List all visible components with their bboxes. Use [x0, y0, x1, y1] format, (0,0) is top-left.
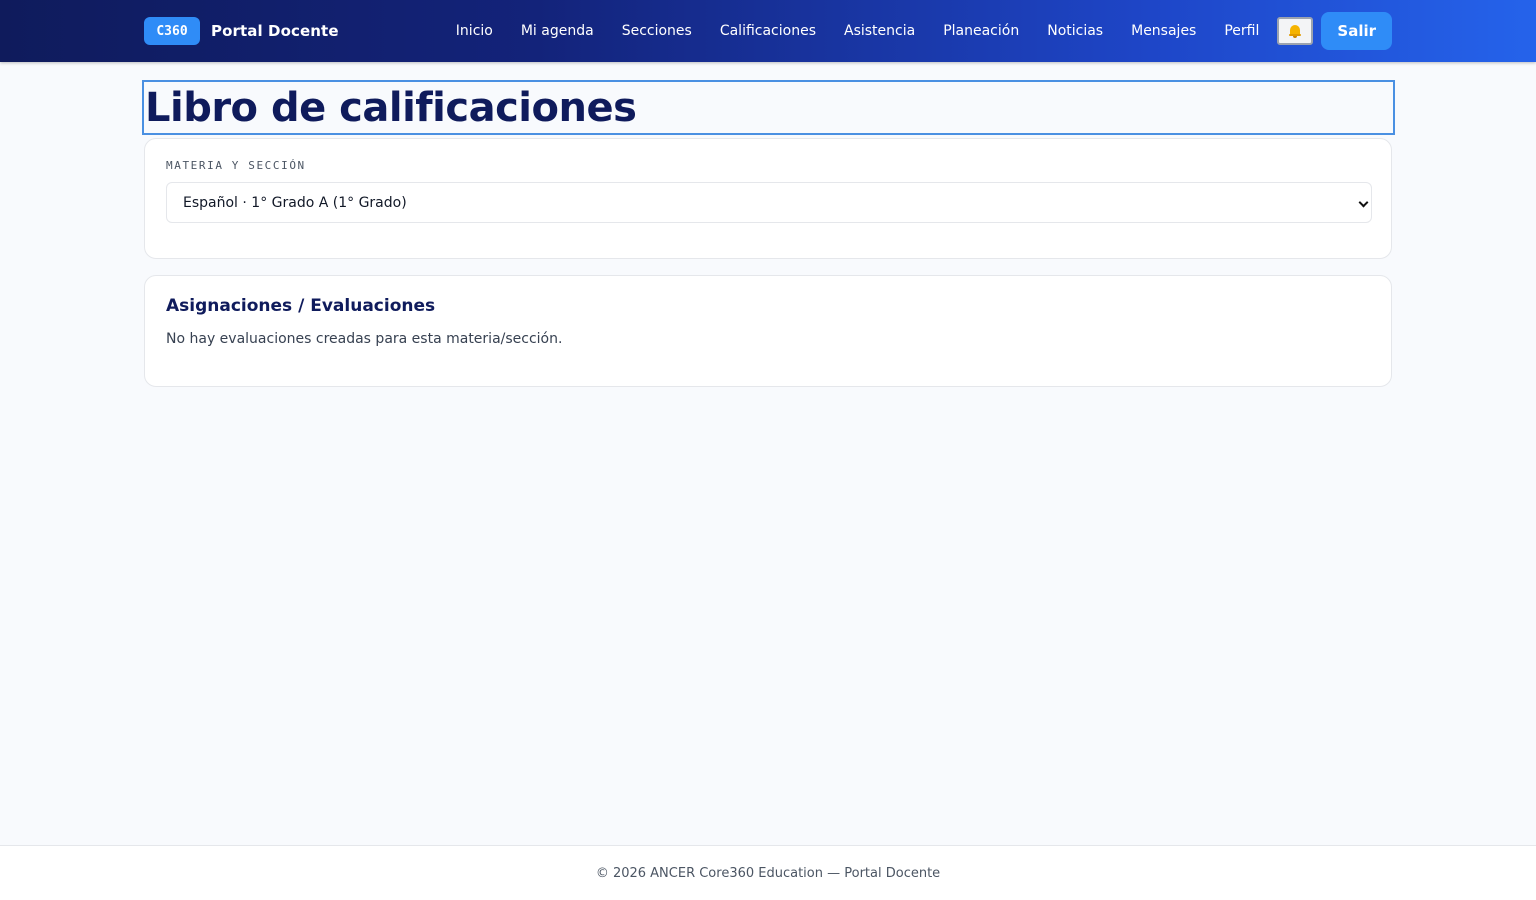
subject-section-label: MATERIA Y SECCIÓN [166, 159, 306, 172]
nav-item-inicio[interactable]: Inicio [456, 23, 493, 39]
nav-item-asistencia[interactable]: Asistencia [844, 23, 915, 39]
footer: © 2026 ANCER Core360 Education — Portal … [0, 845, 1536, 900]
nav-item-perfil[interactable]: Perfil [1224, 23, 1259, 39]
evaluations-card: Asignaciones / Evaluaciones No hay evalu… [144, 275, 1392, 387]
top-navigation-bar: C360 Portal Docente Inicio Mi agenda Sec… [0, 0, 1536, 62]
nav-item-calificaciones[interactable]: Calificaciones [720, 23, 816, 39]
logout-button[interactable]: Salir [1321, 12, 1392, 50]
evaluations-title: Asignaciones / Evaluaciones [166, 296, 436, 316]
brand-name: Portal Docente [211, 22, 339, 40]
nav-item-mensajes[interactable]: Mensajes [1131, 23, 1196, 39]
subject-section-card: MATERIA Y SECCIÓN Español · 1° Grado A (… [144, 138, 1392, 259]
bell-icon [1289, 24, 1302, 38]
subject-section-select[interactable]: Español · 1° Grado A (1° Grado) [166, 182, 1372, 223]
subject-section-selected-value: Español · 1° Grado A (1° Grado) [183, 194, 407, 211]
evaluations-empty-message: No hay evaluaciones creadas para esta ma… [166, 331, 563, 347]
nav-item-secciones[interactable]: Secciones [622, 23, 692, 39]
footer-text: © 2026 ANCER Core360 Education — Portal … [595, 865, 941, 881]
main-nav: Inicio Mi agenda Secciones Calificacione… [456, 0, 1392, 62]
brand[interactable]: C360 Portal Docente [144, 17, 339, 45]
page-title-container: Libro de calificaciones [142, 80, 1395, 135]
nav-item-planeacion[interactable]: Planeación [943, 23, 1019, 39]
brand-logo-badge: C360 [144, 17, 200, 45]
chevron-down-icon [1359, 199, 1367, 207]
nav-item-mi-agenda[interactable]: Mi agenda [521, 23, 594, 39]
notifications-button[interactable] [1277, 17, 1314, 45]
nav-item-noticias[interactable]: Noticias [1047, 23, 1103, 39]
page-title: Libro de calificaciones [145, 84, 637, 131]
